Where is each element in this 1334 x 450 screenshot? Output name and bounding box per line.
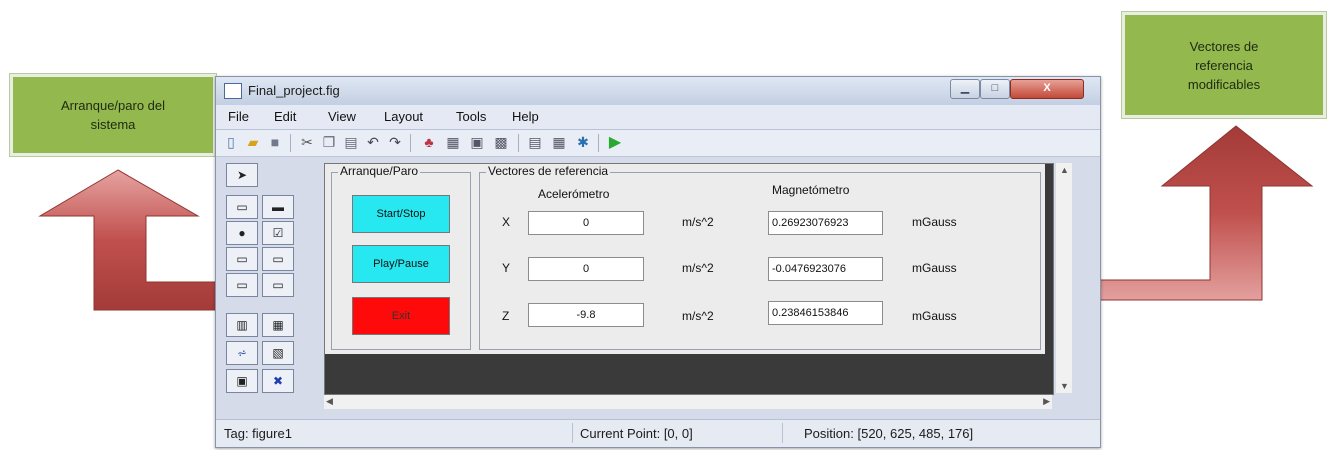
maximize-button[interactable]: □ xyxy=(980,79,1010,99)
checkbox-tool-icon[interactable]: ☑ xyxy=(262,221,294,245)
listbox-tool-icon[interactable]: ▭ xyxy=(262,273,294,297)
scroll-down-icon[interactable]: ▼ xyxy=(1060,381,1069,391)
menu-editor-icon[interactable]: ▦ xyxy=(444,133,462,151)
menu-layout[interactable]: Layout xyxy=(384,109,423,124)
layout-canvas[interactable]: Arranque/Paro Start/Stop Play/Pause Exit… xyxy=(324,163,1054,395)
pushbutton-tool-icon[interactable]: ▭ xyxy=(226,195,258,219)
menu-help[interactable]: Help xyxy=(512,109,539,124)
axis-label-z: Z xyxy=(502,309,510,323)
guide-window: Final_project.fig ▁ □ X File Edit View L… xyxy=(215,76,1101,448)
accel-y-input[interactable]: 0 xyxy=(528,257,644,281)
control-panel-title: Arranque/Paro xyxy=(338,164,421,178)
property-inspector-icon[interactable]: ▦ xyxy=(550,133,568,151)
popup-menu-tool-icon[interactable]: ▭ xyxy=(226,273,258,297)
vectors-panel: Vectores de referencia Acelerómetro Magn… xyxy=(479,164,1041,350)
status-current-point: Current Point: [0, 0] xyxy=(580,426,693,441)
component-palette: ➤ ▭ ▬ ● ☑ ▭ ▭ ▭ ▭ ▥ ▦ ⩫ ▧ ▣ ✖ xyxy=(222,163,308,409)
buttongroup-tool-icon[interactable]: ▣ xyxy=(226,369,258,393)
accel-x-input[interactable]: 0 xyxy=(528,211,644,235)
mag-unit: mGauss xyxy=(912,215,957,229)
select-tool-icon[interactable]: ➤ xyxy=(226,163,258,187)
run-icon[interactable]: ▶ xyxy=(606,133,624,151)
align-icon[interactable]: ♣ xyxy=(420,133,438,151)
static-text-tool-icon[interactable]: ▭ xyxy=(262,247,294,271)
tab-order-icon[interactable]: ▣ xyxy=(468,133,486,151)
cut-icon[interactable]: ✂ xyxy=(298,133,316,151)
control-panel: Arranque/Paro Start/Stop Play/Pause Exit xyxy=(331,164,471,350)
vectors-panel-title: Vectores de referencia xyxy=(486,164,611,178)
menu-edit[interactable]: Edit xyxy=(274,109,296,124)
toolbar-editor-icon[interactable]: ▩ xyxy=(492,133,510,151)
panel-tool-icon[interactable]: ▧ xyxy=(262,341,294,365)
open-icon[interactable]: ▰ xyxy=(244,133,262,151)
title-bar: Final_project.fig ▁ □ X xyxy=(216,77,1100,105)
object-browser-icon[interactable]: ✱ xyxy=(574,133,592,151)
start-stop-button[interactable]: Start/Stop xyxy=(352,195,450,233)
exit-button[interactable]: Exit xyxy=(352,297,450,335)
scroll-up-icon[interactable]: ▲ xyxy=(1060,165,1069,175)
vertical-scrollbar[interactable]: ▲ ▼ xyxy=(1056,163,1072,393)
axis-label-y: Y xyxy=(502,261,511,275)
status-position: Position: [520, 625, 485, 176] xyxy=(804,426,974,441)
status-tag: Tag: figure1 xyxy=(224,426,292,441)
status-bar: Tag: figure1 Current Point: [0, 0] Posit… xyxy=(216,419,1100,447)
axis-label-x: X xyxy=(502,215,511,229)
scroll-right-icon[interactable]: ▶ xyxy=(1043,396,1050,407)
mag-unit: mGauss xyxy=(912,261,957,275)
menu-file[interactable]: File xyxy=(228,109,249,124)
slider-tool-icon[interactable]: ▬ xyxy=(262,195,294,219)
menu-view[interactable]: View xyxy=(328,109,356,124)
close-button[interactable]: X xyxy=(1010,79,1084,99)
accel-header: Acelerómetro xyxy=(538,187,610,201)
accel-unit: m/s^2 xyxy=(682,261,714,275)
save-icon[interactable]: ■ xyxy=(266,133,284,151)
menu-bar: File Edit View Layout Tools Help xyxy=(216,105,1100,130)
play-pause-button[interactable]: Play/Pause xyxy=(352,245,450,283)
mag-unit: mGauss xyxy=(912,309,957,323)
mag-y-input[interactable]: -0.0476923076 xyxy=(768,257,883,281)
accel-z-input[interactable]: -9.8 xyxy=(528,303,644,327)
undo-icon[interactable]: ↶ xyxy=(364,133,382,151)
activex-tool-icon[interactable]: ✖ xyxy=(262,369,294,393)
redo-icon[interactable]: ↷ xyxy=(386,133,404,151)
menu-tools[interactable]: Tools xyxy=(456,109,486,124)
callout-line: referencia xyxy=(1195,57,1253,73)
accel-unit: m/s^2 xyxy=(682,215,714,229)
callout-line: modificables xyxy=(1187,76,1261,92)
mag-header: Magnetómetro xyxy=(772,183,850,197)
callout-reference-vectors: Vectores de referencia modificables xyxy=(1122,12,1326,118)
paste-icon[interactable]: ▤ xyxy=(342,133,360,151)
scroll-left-icon[interactable]: ◀ xyxy=(326,396,333,407)
minimize-button[interactable]: ▁ xyxy=(950,79,980,99)
horizontal-scrollbar[interactable]: ◀ ▶ xyxy=(324,395,1052,409)
mfile-editor-icon[interactable]: ▤ xyxy=(526,133,544,151)
callout-line: sistema xyxy=(90,117,136,132)
callout-line: Arranque/paro del xyxy=(60,98,166,113)
callout-line: Vectores de xyxy=(1189,38,1259,54)
toolbar: ▯ ▰ ■ ✂ ❐ ▤ ↶ ↷ ♣ ▦ ▣ ▩ ▤ ▦ ✱ ▶ xyxy=(216,130,1100,157)
figure-area: Arranque/Paro Start/Stop Play/Pause Exit… xyxy=(325,164,1045,354)
edit-text-tool-icon[interactable]: ▭ xyxy=(226,247,258,271)
accel-unit: m/s^2 xyxy=(682,309,714,323)
radiobutton-tool-icon[interactable]: ● xyxy=(226,221,258,245)
window-title: Final_project.fig xyxy=(248,83,340,98)
togglebutton-tool-icon[interactable]: ▥ xyxy=(226,313,258,337)
mag-x-input[interactable]: 0.26923076923 xyxy=(768,211,883,235)
new-icon[interactable]: ▯ xyxy=(222,133,240,151)
copy-icon[interactable]: ❐ xyxy=(320,133,338,151)
axes-tool-icon[interactable]: ⩫ xyxy=(226,341,258,365)
figure-icon xyxy=(224,83,242,99)
table-tool-icon[interactable]: ▦ xyxy=(262,313,294,337)
mag-z-input[interactable]: 0.23846153846 xyxy=(768,301,883,325)
callout-start-stop: Arranque/paro del sistema xyxy=(10,74,216,156)
